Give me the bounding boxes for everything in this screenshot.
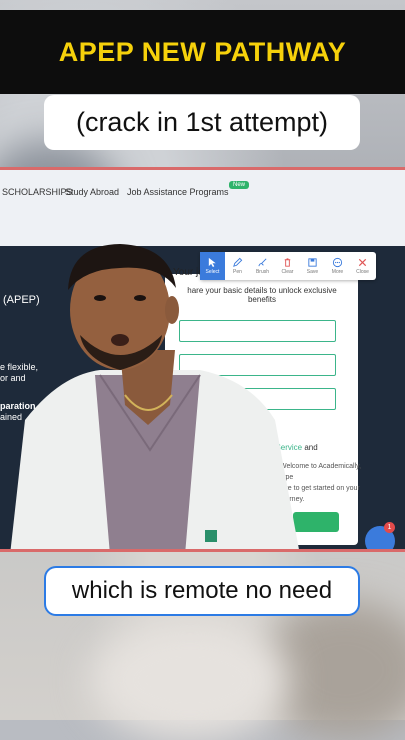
coat-logo — [205, 530, 217, 542]
caption-top: (crack in 1st attempt) — [44, 95, 360, 150]
caption-top-text: (crack in 1st attempt) — [75, 107, 329, 137]
title-text: APEP NEW PATHWAY — [58, 36, 347, 67]
title-banner: APEP NEW PATHWAY — [0, 10, 405, 94]
video-frame: SCHOLARSHIPS Study Abroad Job Assistance… — [0, 167, 405, 552]
presenter — [10, 244, 299, 549]
caption-bottom-text: which is remote no need — [71, 577, 333, 604]
caption-bottom: which is remote no need — [46, 568, 358, 614]
